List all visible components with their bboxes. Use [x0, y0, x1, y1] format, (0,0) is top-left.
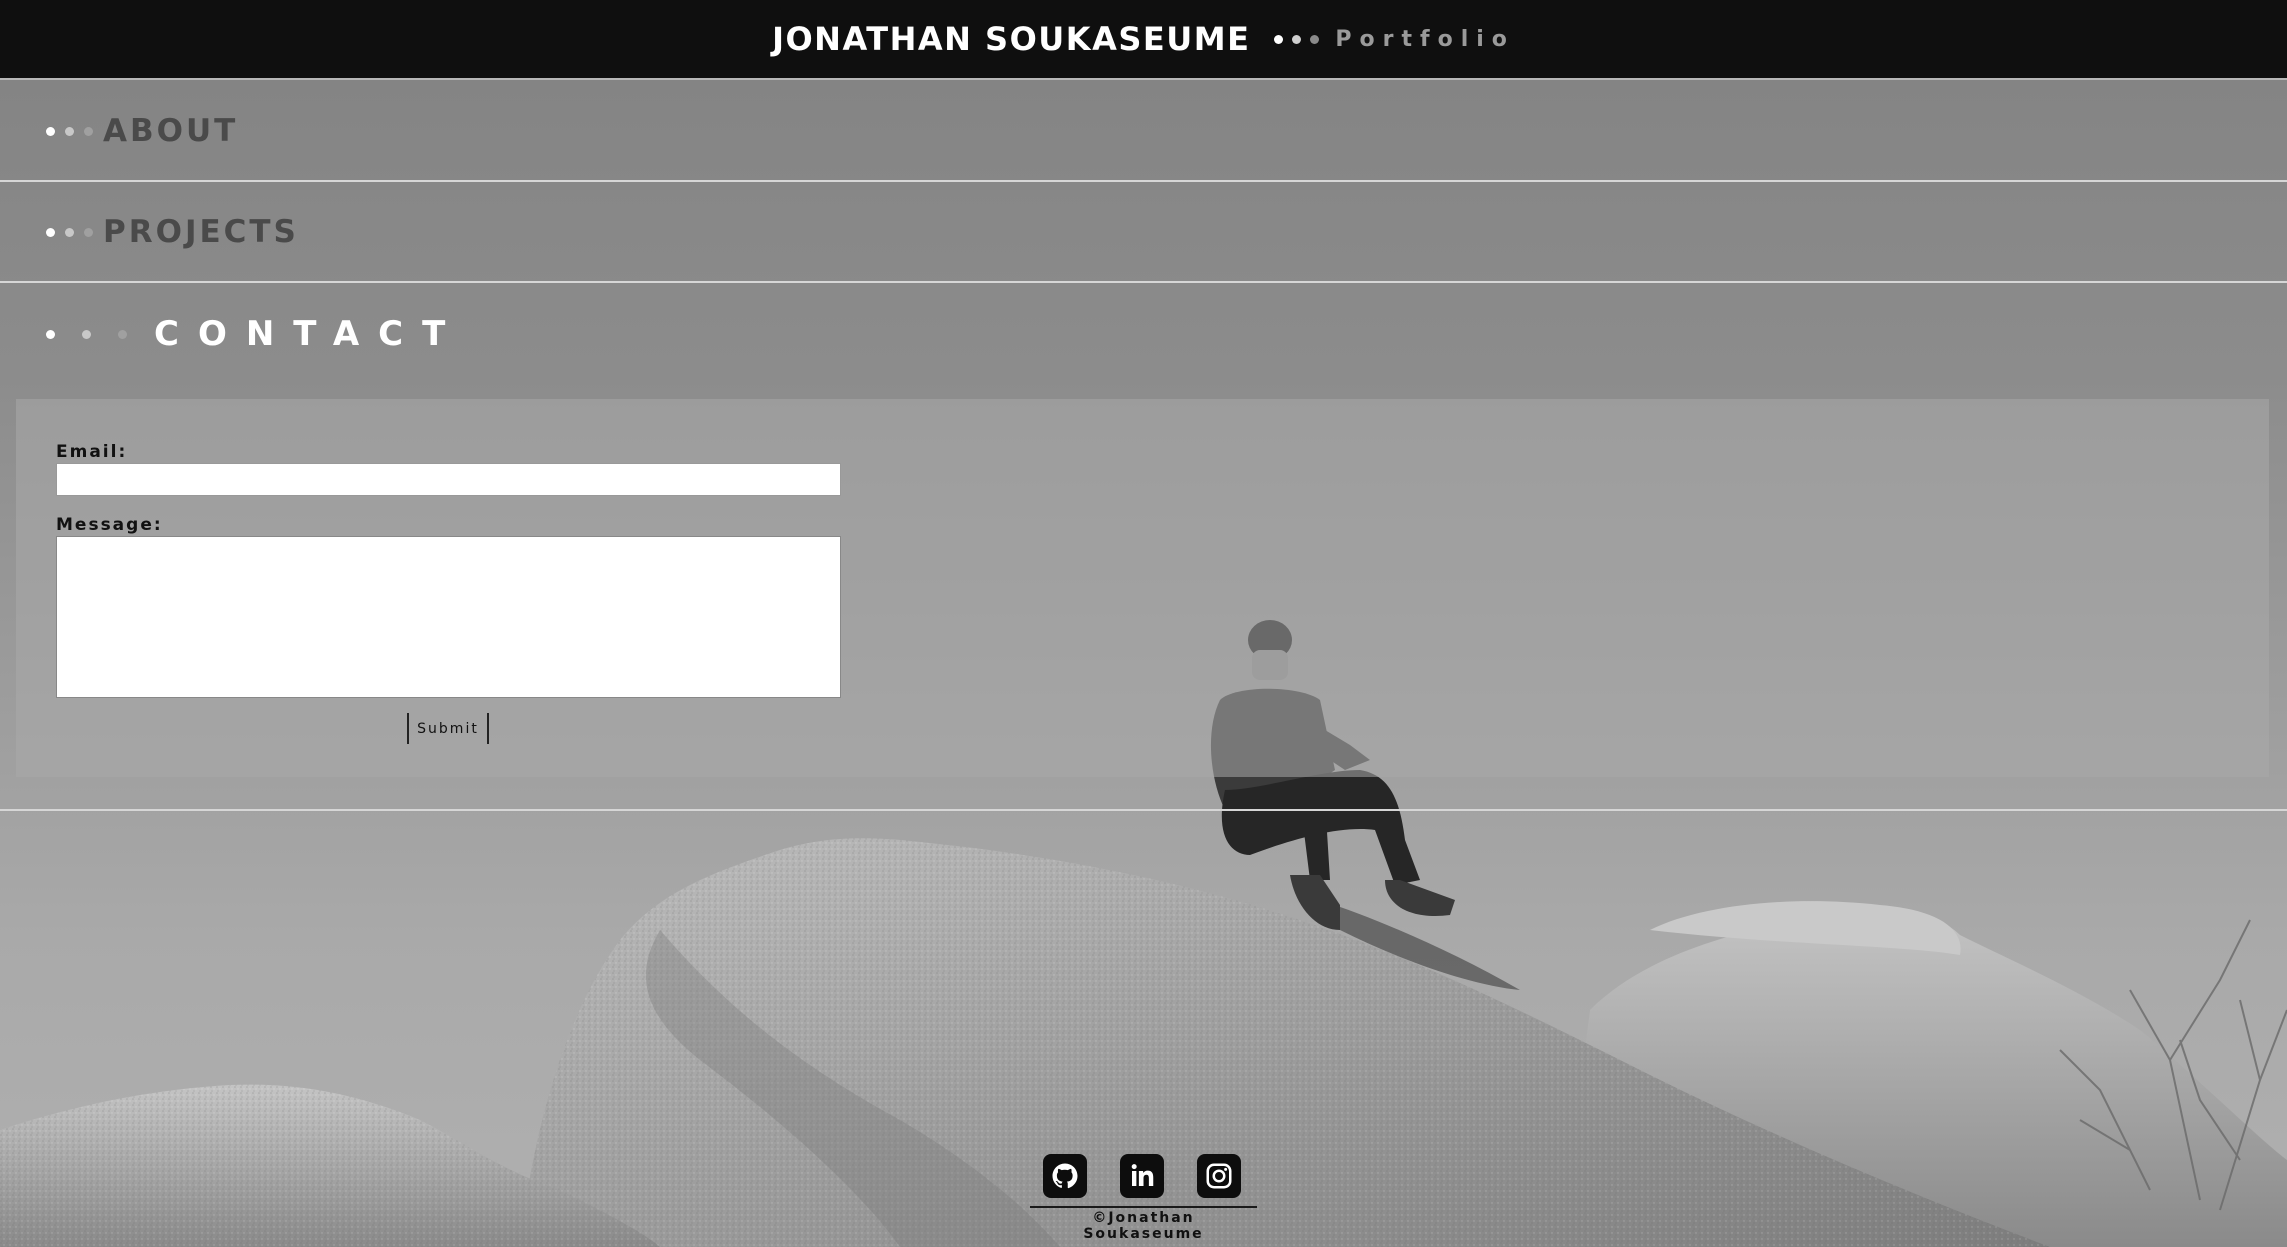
contact-dot-3 — [118, 329, 127, 339]
instagram-icon[interactable] — [1197, 1154, 1241, 1198]
email-field[interactable] — [56, 463, 841, 496]
contact-dot-1 — [46, 329, 55, 339]
header-dots — [1274, 34, 1320, 44]
projects-dot-1 — [46, 227, 55, 237]
social-links — [1043, 1154, 1243, 1198]
projects-dot-3 — [84, 227, 93, 237]
header-dot-3 — [1310, 34, 1320, 44]
contact-label[interactable]: CONTACT — [154, 314, 464, 354]
about-dot-1 — [46, 126, 55, 136]
header-dot-1 — [1274, 34, 1284, 44]
header-dot-2 — [1292, 34, 1302, 44]
about-label[interactable]: ABOUT — [103, 113, 238, 149]
message-textarea[interactable] — [56, 536, 841, 698]
site-header: JONATHAN SOUKASEUME Portfolio — [0, 0, 2287, 80]
section-contact[interactable]: CONTACT — [0, 284, 2287, 384]
footer-divider — [1030, 1206, 1257, 1208]
site-title[interactable]: JONATHAN SOUKASEUME — [772, 20, 1250, 58]
email-label: Email: — [56, 442, 128, 462]
about-dot-3 — [84, 126, 93, 136]
message-label: Message: — [56, 515, 163, 535]
projects-dots — [46, 227, 93, 237]
section-divider — [0, 809, 2287, 811]
section-about[interactable]: ABOUT — [0, 82, 2287, 182]
contact-dots — [46, 329, 127, 339]
submit-button[interactable]: Submit — [407, 713, 489, 744]
github-icon[interactable] — [1043, 1154, 1087, 1198]
site-subtitle: Portfolio — [1335, 26, 1515, 52]
contact-form-panel: Email: Message: Submit — [16, 399, 2269, 777]
about-dots — [46, 126, 93, 136]
about-dot-2 — [65, 126, 74, 136]
projects-label[interactable]: PROJECTS — [103, 214, 299, 250]
copyright-text: ©Jonathan Soukaseume — [1083, 1210, 1204, 1242]
linkedin-icon[interactable] — [1120, 1154, 1164, 1198]
contact-dot-2 — [82, 329, 91, 339]
section-projects[interactable]: PROJECTS — [0, 183, 2287, 283]
projects-dot-2 — [65, 227, 74, 237]
